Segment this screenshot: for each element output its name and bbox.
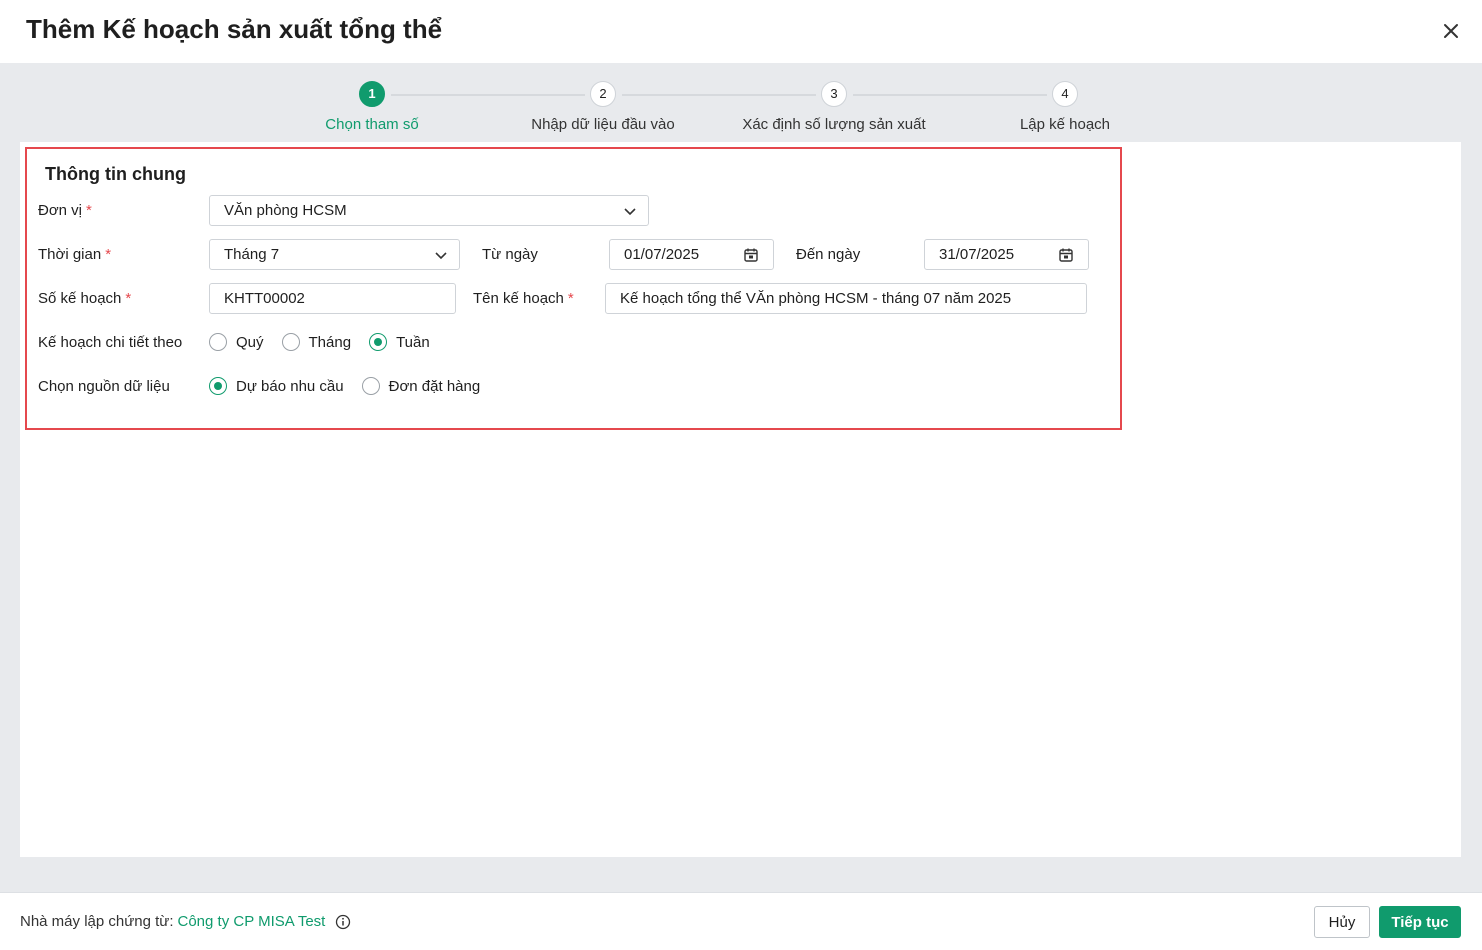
- continue-button[interactable]: Tiếp tục: [1379, 906, 1461, 938]
- factory-label: Nhà máy lập chứng từ:: [20, 913, 174, 930]
- unit-select[interactable]: VĂn phòng HCSM: [209, 195, 649, 226]
- radio-demand-forecast[interactable]: Dự báo nhu cầu: [209, 377, 344, 395]
- required-mark: *: [105, 246, 112, 263]
- dialog-header: Thêm Kế hoạch sản xuất tổng thể: [0, 0, 1482, 63]
- dialog-footer: Nhà máy lập chứng từ: Công ty CP MISA Te…: [0, 892, 1482, 950]
- radio-label: Dự báo nhu cầu: [236, 377, 344, 395]
- radio-week[interactable]: Tuần: [369, 333, 430, 351]
- chevron-down-icon: [624, 208, 636, 216]
- stepper: 1 Chọn tham số 2 Nhập dữ liệu đầu vào 3 …: [0, 63, 1482, 143]
- plan-no-label: Số kế hoạch *: [38, 290, 132, 307]
- close-icon[interactable]: [1440, 20, 1462, 42]
- factory-link[interactable]: Công ty CP MISA Test: [178, 913, 326, 930]
- cancel-button[interactable]: Hủy: [1314, 906, 1370, 938]
- radio-label: Quý: [236, 333, 264, 351]
- step-label: Chọn tham số: [325, 116, 419, 133]
- step-connector: [853, 94, 1047, 96]
- radio-quarter[interactable]: Quý: [209, 333, 264, 351]
- radio-button[interactable]: [369, 333, 388, 351]
- data-source-label: Chọn nguồn dữ liệu: [38, 378, 170, 395]
- radio-button[interactable]: [281, 333, 300, 351]
- radio-label: Tháng: [308, 333, 352, 351]
- radio-label: Đơn đặt hàng: [388, 377, 481, 395]
- required-mark: *: [86, 202, 92, 219]
- chevron-down-icon: [435, 252, 447, 260]
- detail-by-radio-group: Quý Tháng Tuần: [209, 333, 448, 351]
- section-title: Thông tin chung: [45, 164, 186, 184]
- calendar-icon[interactable]: [1058, 247, 1074, 263]
- to-date-label: Đến ngày: [796, 246, 861, 263]
- plan-name-input[interactable]: Kế hoạch tổng thể VĂn phòng HCSM - tháng…: [605, 283, 1087, 314]
- data-source-radio-group: Dự báo nhu cầu Đơn đặt hàng: [209, 377, 498, 395]
- period-select[interactable]: Tháng 7: [209, 239, 460, 270]
- from-date-label: Từ ngày: [482, 246, 538, 263]
- plan-name-value: Kế hoạch tổng thể VĂn phòng HCSM - tháng…: [620, 290, 1012, 307]
- from-date-input[interactable]: 01/07/2025: [609, 239, 774, 270]
- required-mark: *: [125, 290, 132, 307]
- radio-label: Tuần: [396, 333, 430, 351]
- step-number: 1: [359, 81, 385, 107]
- required-mark: *: [567, 290, 574, 307]
- unit-value: VĂn phòng HCSM: [224, 202, 347, 219]
- radio-sales-order[interactable]: Đơn đặt hàng: [361, 377, 481, 395]
- calendar-icon[interactable]: [743, 247, 759, 263]
- radio-button[interactable]: [209, 333, 227, 351]
- dialog-title: Thêm Kế hoạch sản xuất tổng thể: [26, 14, 443, 44]
- step-number: 3: [821, 81, 847, 107]
- step-connector: [391, 94, 585, 96]
- period-label: Thời gian *: [38, 246, 112, 263]
- dialog-content: 1 Chọn tham số 2 Nhập dữ liệu đầu vào 3 …: [0, 63, 1482, 892]
- period-value: Tháng 7: [224, 246, 280, 263]
- step-connector: [622, 94, 816, 96]
- highlight-frame: Thông tin chung Đơn vị * VĂn phòng HCSM T…: [25, 147, 1122, 430]
- radio-button[interactable]: [209, 377, 227, 395]
- detail-by-label: Kế hoạch chi tiết theo: [38, 334, 183, 351]
- info-icon[interactable]: [335, 914, 351, 930]
- step-label: Xác định số lượng sản xuất: [742, 116, 926, 133]
- step-number: 4: [1052, 81, 1078, 107]
- plan-name-label: Tên kế hoạch *: [473, 290, 574, 307]
- radio-month[interactable]: Tháng: [281, 333, 352, 351]
- factory-info: Nhà máy lập chứng từ: Công ty CP MISA Te…: [20, 913, 351, 930]
- step-label: Lập kế hoạch: [1019, 116, 1111, 133]
- step-label: Nhập dữ liệu đầu vào: [531, 116, 675, 133]
- to-date-value: 31/07/2025: [939, 246, 1015, 263]
- plan-no-value: KHTT00002: [224, 290, 305, 307]
- step-number: 2: [590, 81, 616, 107]
- plan-no-input[interactable]: KHTT00002: [209, 283, 456, 314]
- unit-label: Đơn vị *: [38, 202, 92, 219]
- to-date-input[interactable]: 31/07/2025: [924, 239, 1089, 270]
- from-date-value: 01/07/2025: [624, 246, 700, 263]
- form-panel: Thông tin chung Đơn vị * VĂn phòng HCSM T…: [20, 142, 1461, 857]
- radio-button[interactable]: [361, 377, 380, 395]
